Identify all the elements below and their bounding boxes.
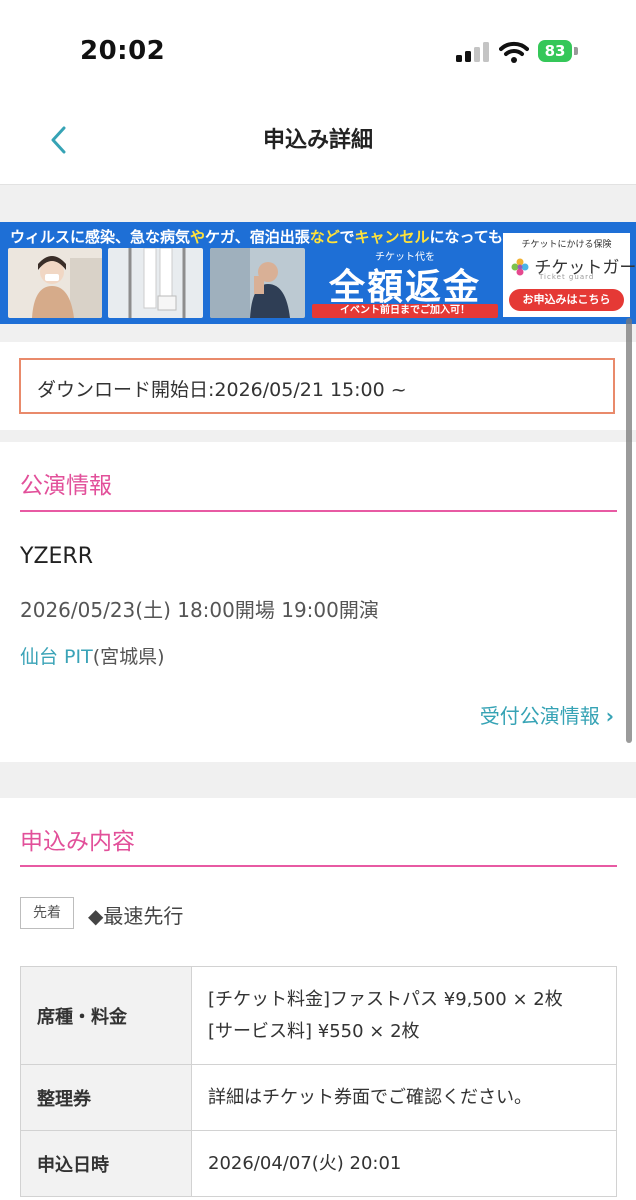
artist-name: YZERR	[20, 544, 93, 569]
battery-tip	[574, 47, 578, 55]
cellular-signal-icon	[456, 42, 489, 62]
section-divider	[20, 510, 617, 512]
sales-type: ◆最速先行	[88, 904, 184, 928]
guard-apply-button[interactable]: お申込みはこちら	[509, 289, 624, 311]
download-start-text: ダウンロード開始日:2026/05/21 15:00 ~	[37, 379, 407, 401]
page-title: 申込み詳細	[262, 128, 373, 153]
performance-datetime: 2026/05/23(土) 18:00開場 19:00開演	[20, 598, 379, 622]
banner-headline: ウィルスに感染、急な病気やケガ、宿泊出張などでキャンセルになっても…	[10, 228, 518, 246]
separator-band	[0, 430, 636, 442]
banner-photo-sick-woman	[8, 248, 102, 318]
battery-indicator: 83	[538, 40, 572, 62]
ticket-guard-box[interactable]: チケットにかける保険 チケットガード Ticket guard お申込みはこちら	[503, 233, 636, 317]
row-value: 詳細はチケット券面でご確認ください。	[191, 1064, 617, 1131]
flower-logo-icon	[511, 258, 529, 276]
application-section-title: 申込み内容	[20, 829, 135, 855]
reception-info-link[interactable]: 受付公演情報 ›	[480, 700, 614, 729]
chevron-right-icon: ›	[605, 704, 614, 728]
venue-prefecture: (宮城県)	[92, 646, 165, 668]
venue: 仙台 PIT(宮城県)	[20, 642, 165, 669]
table-row: 申込日時 2026/04/07(火) 20:01	[20, 1130, 617, 1197]
separator-band	[0, 185, 636, 222]
refund-note: イベント前日までご加入可！	[312, 304, 498, 318]
scrollbar[interactable]	[626, 318, 632, 743]
row-label: 申込日時	[20, 1130, 192, 1197]
nav-bar: 申込み詳細	[0, 100, 636, 185]
banner-photo-crutches	[108, 248, 203, 318]
table-row: 整理券 詳細はチケット券面でご確認ください。	[20, 1064, 617, 1131]
row-value: [チケット料金]ファストパス ¥9,500 × 2枚 [サービス料] ¥550 …	[191, 966, 617, 1065]
refund-headline: 全額返金	[328, 267, 481, 308]
row-label: 席種・料金	[20, 966, 192, 1065]
download-start-notice: ダウンロード開始日:2026/05/21 15:00 ~	[19, 358, 615, 414]
first-come-badge: 先着	[20, 897, 74, 929]
row-label: 整理券	[20, 1064, 192, 1131]
separator-band	[0, 324, 636, 342]
guard-caption: チケットにかける保険	[521, 240, 612, 250]
separator-band	[0, 762, 636, 798]
guard-subtitle: Ticket guard	[539, 273, 595, 281]
row-value: 2026/04/07(火) 20:01	[191, 1130, 617, 1197]
performance-section-title: 公演情報	[20, 473, 112, 499]
status-time: 20:02	[80, 36, 166, 66]
status-bar: 20:02 83	[0, 0, 636, 100]
application-details-table: 席種・料金 [チケット料金]ファストパス ¥9,500 × 2枚 [サービス料]…	[20, 966, 617, 1197]
section-divider	[20, 865, 617, 867]
venue-link[interactable]: 仙台 PIT	[20, 646, 93, 668]
banner-photo-stressed-man	[210, 248, 305, 318]
table-row: 席種・料金 [チケット料金]ファストパス ¥9,500 × 2枚 [サービス料]…	[20, 966, 617, 1065]
wifi-icon	[499, 41, 529, 63]
